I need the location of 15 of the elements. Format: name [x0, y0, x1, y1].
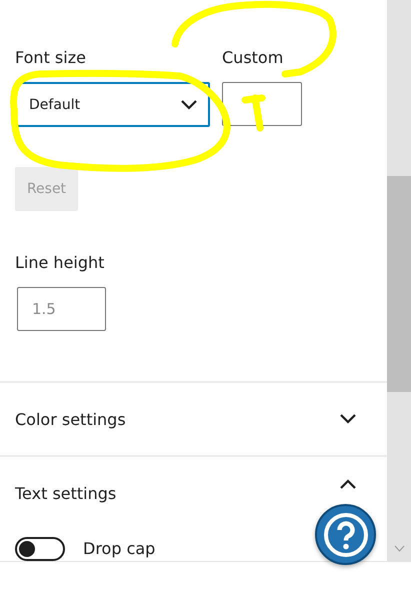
toggle-switch[interactable] [15, 537, 65, 561]
font-size-select[interactable]: Default [15, 82, 210, 127]
panel-header[interactable]: Color settings [15, 410, 126, 428]
line-height-field[interactable]: 1.5 [17, 287, 106, 331]
scrollbar[interactable] [387, 0, 411, 561]
line-height-label: Line height [15, 252, 106, 274]
help-button[interactable] [315, 504, 376, 565]
custom-label: Custom [222, 47, 284, 69]
help-icon [322, 512, 368, 558]
chevron-down-icon [180, 100, 198, 110]
panel-header[interactable]: Text settings [15, 484, 116, 502]
scrollbar-thumb[interactable] [387, 176, 411, 392]
font-size-label: Font size [15, 47, 87, 69]
scroll-down-icon [394, 545, 405, 552]
toggle-label: Drop cap [83, 538, 156, 560]
